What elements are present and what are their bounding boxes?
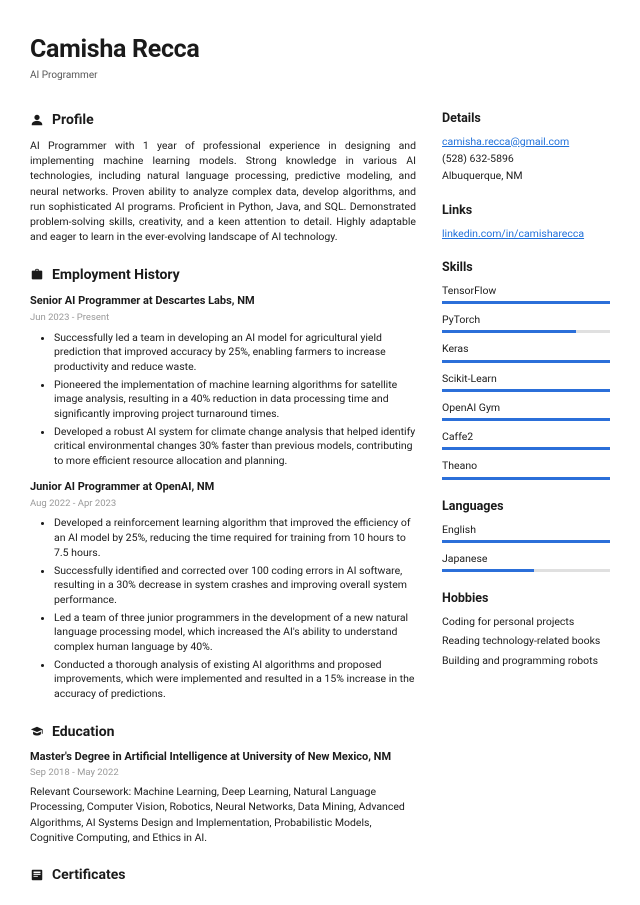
skill-item: PyTorch — [442, 312, 610, 333]
email-link[interactable]: camisha.recca@gmail.com — [442, 134, 610, 149]
links-heading: Links — [442, 202, 610, 220]
languages-heading: Languages — [442, 498, 610, 516]
skill-item: Theano — [442, 458, 610, 479]
certificates-section: Certificates — [30, 865, 416, 885]
right-column: Details camisha.recca@gmail.com (528) 63… — [442, 110, 610, 905]
hobbies-section: Hobbies Coding for personal projects Read… — [442, 590, 610, 668]
skill-name: Scikit-Learn — [442, 371, 610, 386]
job-bullets: Developed a reinforcement learning algor… — [30, 516, 416, 701]
skill-item: TensorFlow — [442, 283, 610, 304]
profile-heading: Profile — [30, 110, 416, 130]
job-bullet: Conducted a thorough analysis of existin… — [54, 658, 416, 702]
skill-name: PyTorch — [442, 312, 610, 327]
skill-bar — [442, 477, 610, 480]
left-column: Profile AI Programmer with 1 year of pro… — [30, 110, 416, 905]
skill-item: Keras — [442, 341, 610, 362]
name: Camisha Recca — [30, 32, 610, 68]
job-bullet: Led a team of three junior programmers i… — [54, 611, 416, 655]
skill-bar — [442, 301, 610, 304]
employment-section: Employment History Senior AI Programmer … — [30, 265, 416, 702]
job-bullet: Successfully led a team in developing an… — [54, 331, 416, 375]
certificates-heading: Certificates — [30, 865, 416, 885]
hobby-item: Coding for personal projects — [442, 614, 610, 629]
skill-name: Theano — [442, 458, 610, 473]
language-name: English — [442, 522, 610, 537]
language-item: Japanese — [442, 551, 610, 572]
hobby-item: Reading technology-related books — [442, 633, 610, 648]
profile-heading-text: Profile — [52, 110, 94, 130]
language-bar — [442, 569, 610, 572]
profile-section: Profile AI Programmer with 1 year of pro… — [30, 110, 416, 245]
job-entry: Senior AI Programmer at Descartes Labs, … — [30, 293, 416, 469]
links-section: Links linkedin.com/in/camisharecca — [442, 202, 610, 241]
skill-name: Caffe2 — [442, 429, 610, 444]
language-bar-fill — [442, 540, 610, 543]
skill-bar — [442, 360, 610, 363]
phone: (528) 632-5896 — [442, 151, 610, 166]
job-title: AI Programmer — [30, 69, 610, 84]
skill-name: OpenAI Gym — [442, 400, 610, 415]
job-dates: Jun 2023 - Present — [30, 311, 416, 325]
language-name: Japanese — [442, 551, 610, 566]
hobby-item: Building and programming robots — [442, 653, 610, 668]
education-heading: Education — [30, 722, 416, 742]
linkedin-link[interactable]: linkedin.com/in/camisharecca — [442, 227, 584, 240]
education-title: Master's Degree in Artificial Intelligen… — [30, 750, 416, 764]
skill-bar — [442, 389, 610, 392]
skill-bar-fill — [442, 389, 610, 392]
skills-section: Skills TensorFlow PyTorch Keras Scikit-Lear… — [442, 259, 610, 480]
language-bar — [442, 540, 610, 543]
languages-section: Languages English Japanese — [442, 498, 610, 573]
hobbies-heading: Hobbies — [442, 590, 610, 608]
job-title: Senior AI Programmer at Descartes Labs, … — [30, 293, 416, 309]
education-dates: Sep 2018 - May 2022 — [30, 766, 416, 780]
employment-heading-text: Employment History — [52, 265, 180, 285]
location: Albuquerque, NM — [442, 168, 610, 183]
skill-item: Scikit-Learn — [442, 371, 610, 392]
skills-heading: Skills — [442, 259, 610, 277]
skill-bar — [442, 418, 610, 421]
skill-name: TensorFlow — [442, 283, 610, 298]
person-icon — [30, 113, 44, 127]
education-description: Relevant Coursework: Machine Learning, D… — [30, 784, 416, 845]
certificates-heading-text: Certificates — [52, 865, 125, 885]
job-bullets: Successfully led a team in developing an… — [30, 331, 416, 469]
resume-body: Profile AI Programmer with 1 year of pro… — [30, 110, 610, 905]
language-item: English — [442, 522, 610, 543]
skill-bar-fill — [442, 360, 610, 363]
skill-bar — [442, 330, 610, 333]
skill-bar — [442, 447, 610, 450]
job-bullet: Developed a robust AI system for climate… — [54, 425, 416, 469]
certificate-icon — [30, 868, 44, 882]
education-heading-text: Education — [52, 722, 114, 742]
job-dates: Aug 2022 - Apr 2023 — [30, 497, 416, 511]
job-bullet: Successfully identified and corrected ov… — [54, 564, 416, 608]
skill-bar-fill — [442, 330, 576, 333]
employment-heading: Employment History — [30, 265, 416, 285]
education-section: Education Master's Degree in Artificial … — [30, 722, 416, 845]
skill-bar-fill — [442, 418, 610, 421]
language-bar-fill — [442, 569, 534, 572]
skill-bar-fill — [442, 447, 610, 450]
skill-bar-fill — [442, 301, 610, 304]
details-heading: Details — [442, 110, 610, 128]
job-title: Junior AI Programmer at OpenAI, NM — [30, 479, 416, 495]
profile-text: AI Programmer with 1 year of professiona… — [30, 138, 416, 245]
skill-item: OpenAI Gym — [442, 400, 610, 421]
skill-item: Caffe2 — [442, 429, 610, 450]
details-section: Details camisha.recca@gmail.com (528) 63… — [442, 110, 610, 184]
skill-bar-fill — [442, 477, 610, 480]
job-bullet: Developed a reinforcement learning algor… — [54, 516, 416, 560]
resume-header: Camisha Recca AI Programmer — [30, 32, 610, 84]
job-bullet: Pioneered the implementation of machine … — [54, 378, 416, 422]
briefcase-icon — [30, 268, 44, 282]
skill-name: Keras — [442, 341, 610, 356]
job-entry: Junior AI Programmer at OpenAI, NM Aug 20… — [30, 479, 416, 702]
graduation-cap-icon — [30, 725, 44, 739]
